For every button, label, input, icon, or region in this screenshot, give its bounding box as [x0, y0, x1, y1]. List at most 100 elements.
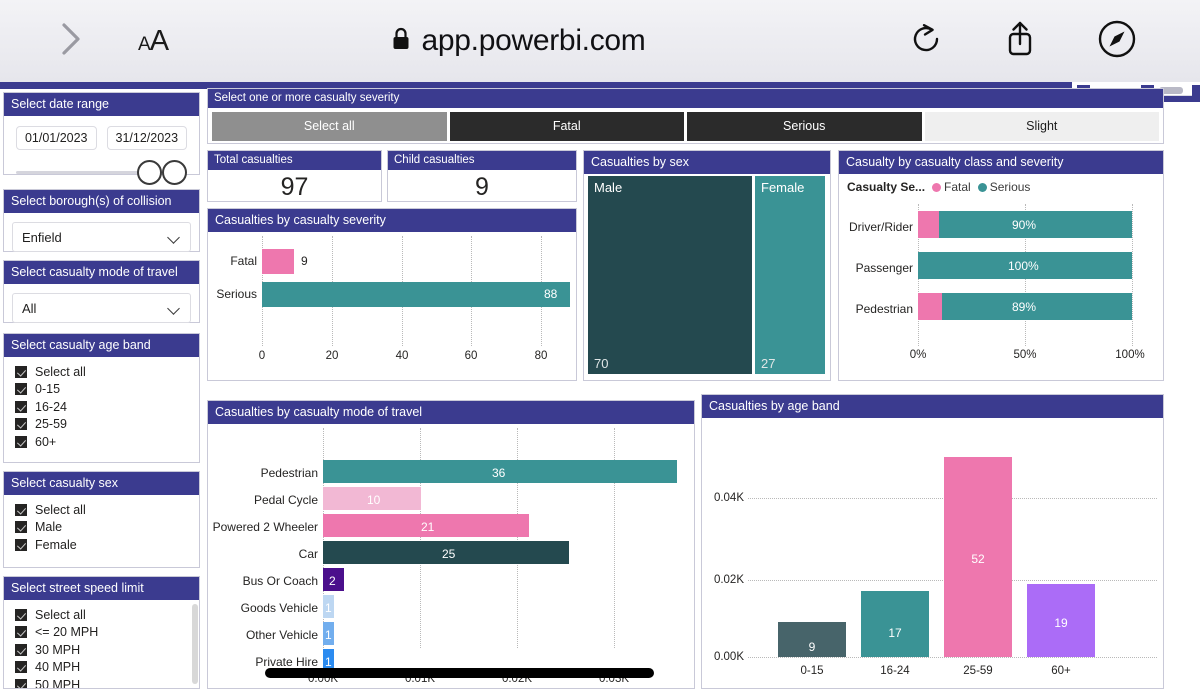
checkbox-icon[interactable]: [15, 678, 27, 688]
slicer-speed-limit-list: Select all <= 20 MPH 30 MPH 40 MPH 50 MP…: [4, 600, 199, 688]
horizontal-scrollbar[interactable]: [265, 668, 654, 678]
compass-icon[interactable]: [1096, 18, 1138, 65]
slicer-age-band[interactable]: Select casualty age band Select all 0-15…: [3, 333, 200, 463]
checkbox-icon[interactable]: [15, 400, 27, 413]
share-icon[interactable]: [1002, 19, 1038, 64]
slicer-sex-list: Select all Male Female: [4, 495, 199, 558]
checkbox-icon[interactable]: [15, 626, 27, 639]
treemap-label: Female: [761, 180, 805, 195]
bar-driver-fatal[interactable]: [918, 211, 939, 238]
category-label: Car: [298, 547, 318, 561]
slicer-mode-of-travel-body: All: [4, 293, 199, 323]
checkbox-row[interactable]: 40 MPH: [15, 659, 199, 677]
borough-selected-value: Enfield: [22, 229, 62, 245]
date-range-inputs: 01/01/2023 31/12/2023: [4, 116, 199, 150]
treemap-cell-male[interactable]: Male 70: [588, 176, 752, 374]
slicer-date-range[interactable]: Select date range 01/01/2023 31/12/2023: [3, 92, 200, 185]
checkbox-row[interactable]: 60+: [15, 433, 199, 451]
chart-age-band-title: Casualties by age band: [702, 395, 1163, 418]
reload-icon[interactable]: [908, 21, 944, 62]
checkbox-icon[interactable]: [15, 643, 27, 656]
checkbox-label: Select all: [35, 364, 86, 379]
slider-handle-end[interactable]: [162, 160, 187, 185]
checkbox-row[interactable]: 0-15: [15, 381, 199, 399]
checkbox-row[interactable]: 16-24: [15, 398, 199, 416]
bar-value-label: 21: [421, 520, 435, 534]
card-total-casualties[interactable]: Total casualties 97: [207, 150, 382, 202]
chart-casualties-by-severity-plot: Fatal 9 Serious 88 0 20 40 60 80: [208, 232, 576, 378]
checkbox-label: <= 20 MPH: [35, 625, 99, 640]
card-total-casualties-value: 97: [280, 173, 309, 201]
checkbox-icon[interactable]: [15, 538, 27, 551]
checkbox-icon[interactable]: [15, 365, 27, 378]
checkbox-icon[interactable]: [15, 418, 27, 431]
slicer-borough[interactable]: Select borough(s) of collision Enfield: [3, 189, 200, 252]
toolbar-icon-3[interactable]: [1192, 85, 1200, 96]
checkbox-row[interactable]: <= 20 MPH: [15, 624, 199, 642]
checkbox-row[interactable]: 25-59: [15, 416, 199, 434]
checkbox-label: Male: [35, 520, 63, 535]
gridline: [1132, 204, 1133, 346]
address-bar[interactable]: app.powerbi.com: [128, 24, 908, 58]
treemap-cell-female[interactable]: Female 27: [755, 176, 825, 374]
checkbox-icon[interactable]: [15, 435, 27, 448]
severity-tile-serious[interactable]: Serious: [687, 112, 922, 141]
slicer-speed-limit[interactable]: Select street speed limit Select all <= …: [3, 576, 200, 689]
chart-casualties-by-sex-title: Casualties by sex: [584, 151, 830, 174]
checkbox-icon[interactable]: [15, 383, 27, 396]
slider-handle-start[interactable]: [137, 160, 162, 185]
slicer-sex[interactable]: Select casualty sex Select all Male Fema…: [3, 471, 200, 568]
severity-tile-slight[interactable]: Slight: [924, 112, 1159, 141]
bar-pedestrian-serious[interactable]: [942, 293, 1132, 320]
borough-dropdown[interactable]: Enfield: [12, 222, 191, 252]
date-end-input[interactable]: 31/12/2023: [106, 126, 188, 150]
chart-casualty-class-severity[interactable]: Casualty by casualty class and severity …: [838, 150, 1164, 381]
checkbox-icon[interactable]: [15, 661, 27, 674]
checkbox-row[interactable]: Female: [15, 536, 199, 554]
category-label: Driver/Rider: [848, 220, 913, 234]
x-axis-tick: 80: [534, 350, 548, 362]
chart-age-band[interactable]: Casualties by age band 0.00K 0.02K 0.04K…: [701, 394, 1164, 689]
chart-mode-of-travel-title: Casualties by casualty mode of travel: [208, 401, 694, 424]
date-start-input[interactable]: 01/01/2023: [15, 126, 97, 150]
chart-casualties-by-severity[interactable]: Casualties by casualty severity Fatal 9 …: [207, 208, 577, 381]
checkbox-row[interactable]: 30 MPH: [15, 641, 199, 659]
checkbox-icon[interactable]: [15, 503, 27, 516]
x-axis-tick: 50%: [1013, 349, 1037, 361]
category-label: Pedal Cycle: [253, 493, 318, 507]
checkbox-icon[interactable]: [15, 608, 27, 621]
chart-casualties-by-sex[interactable]: Casualties by sex Male 70 Female 27: [583, 150, 831, 381]
mode-of-travel-dropdown[interactable]: All: [12, 293, 191, 323]
checkbox-label: 0-15: [35, 382, 61, 397]
bar-fatal[interactable]: [262, 249, 294, 274]
x-axis-tick: 0-15: [800, 665, 824, 677]
bar-value-label: 100%: [1008, 259, 1039, 273]
bar-pedestrian-fatal[interactable]: [918, 293, 942, 320]
legend-item-serious[interactable]: Serious: [977, 180, 1030, 194]
checkbox-label: Select all: [35, 607, 86, 622]
bar-age-16-24[interactable]: [861, 591, 929, 657]
category-label: Private Hire: [255, 655, 318, 669]
category-label: Serious: [216, 287, 257, 301]
bar-serious[interactable]: [262, 282, 570, 307]
checkbox-row[interactable]: 50 MPH: [15, 676, 199, 688]
slicer-scrollbar[interactable]: [192, 604, 198, 684]
severity-tile-fatal[interactable]: Fatal: [449, 112, 684, 141]
date-range-slider[interactable]: [16, 156, 187, 190]
checkbox-row[interactable]: Select all: [15, 363, 199, 381]
x-axis-tick: 0%: [909, 349, 927, 361]
checkbox-icon[interactable]: [15, 521, 27, 534]
card-child-casualties-value: 9: [475, 173, 489, 201]
checkbox-label: 25-59: [35, 417, 67, 432]
category-label: Other Vehicle: [245, 628, 318, 642]
chart-mode-of-travel[interactable]: Casualties by casualty mode of travel Pe…: [207, 400, 695, 689]
card-child-casualties[interactable]: Child casualties 9: [387, 150, 577, 202]
checkbox-row[interactable]: Select all: [15, 606, 199, 624]
checkbox-row[interactable]: Male: [15, 519, 199, 537]
legend-item-fatal[interactable]: Fatal: [932, 180, 971, 194]
checkbox-row[interactable]: Select all: [15, 501, 199, 519]
slicer-mode-of-travel[interactable]: Select casualty mode of travel All: [3, 260, 200, 323]
severity-tile-select-all[interactable]: Select all: [212, 112, 447, 141]
slicer-severity[interactable]: Select one or more casualty severity Sel…: [207, 88, 1164, 144]
forward-button[interactable]: [56, 17, 86, 66]
